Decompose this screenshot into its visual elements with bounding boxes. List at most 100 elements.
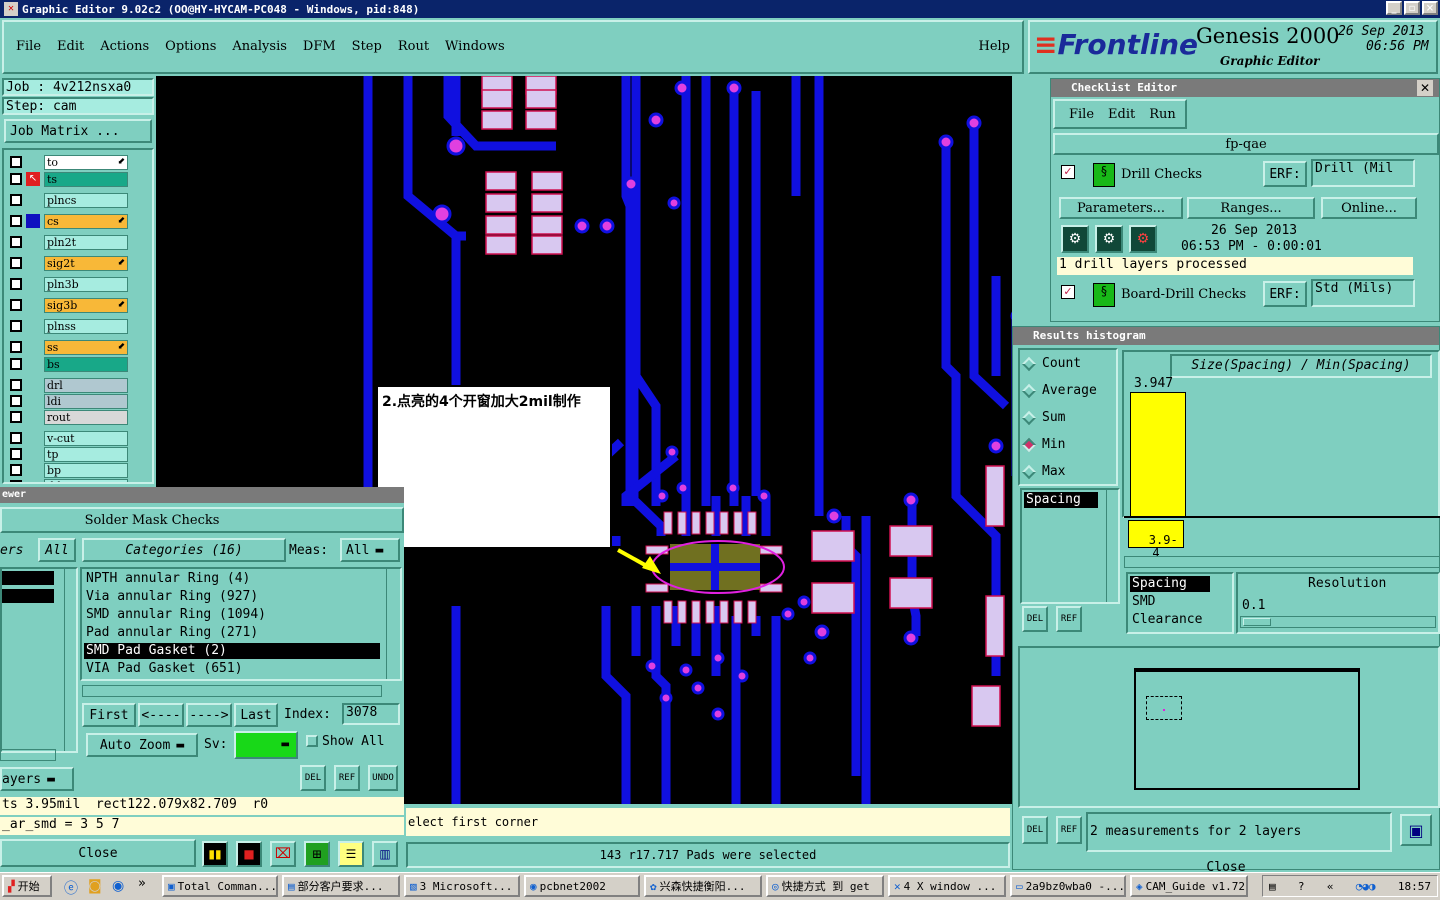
layer-color-swatch[interactable] [26, 155, 40, 169]
menu-edit[interactable]: Edit [57, 39, 84, 54]
layer-row-pln3b[interactable]: pln3b [10, 276, 128, 292]
zoom-select[interactable]: Auto Zoom ▬ [86, 733, 198, 757]
layers-button[interactable]: ayers ▬ [0, 767, 74, 791]
layer-color-swatch[interactable] [26, 394, 40, 408]
meas-select[interactable]: All ▬ [340, 538, 400, 562]
quicklaunch-ie-icon[interactable]: ⓔ [64, 878, 78, 898]
run-icon-1[interactable]: ⚙ [1061, 225, 1089, 253]
all-button[interactable]: All [38, 538, 76, 562]
checklist-close-icon[interactable]: ✕ [1417, 80, 1433, 96]
category-item[interactable]: SMD Pad Gasket (2) [84, 643, 380, 659]
checklist-menu-file[interactable]: File [1069, 107, 1094, 122]
layer-name[interactable]: bp [44, 462, 128, 478]
layer-name[interactable]: pln3b [44, 276, 128, 292]
histogram-option-min[interactable]: Min [1021, 437, 1065, 452]
layer-checkbox[interactable] [10, 173, 22, 185]
layer-name[interactable]: to ⬋ [44, 154, 128, 170]
tool-icon-5[interactable]: ☰ [338, 841, 364, 867]
run-icon-2[interactable]: ⚙ [1095, 225, 1123, 253]
layer-color-swatch[interactable]: ↖ [26, 172, 40, 186]
drill-checks-label[interactable]: Drill Checks [1121, 167, 1202, 182]
quicklaunch-folder-icon[interactable]: ◙ [88, 878, 102, 894]
minimize-button[interactable]: _ [1386, 1, 1402, 15]
layer-color-swatch[interactable] [26, 256, 40, 270]
layer-row-drl[interactable]: drl [10, 377, 128, 393]
layer-checkbox[interactable] [10, 448, 22, 460]
preview-del-button[interactable]: DEL [1022, 816, 1048, 844]
parameters-button[interactable]: Parameters... [1059, 197, 1183, 219]
category-item[interactable]: NPTH annular Ring (4) [84, 571, 380, 587]
menu-options[interactable]: Options [165, 39, 216, 54]
taskbar-item[interactable]: ◎ 快捷方式 到 get [766, 875, 884, 897]
layer-row-sig2t[interactable]: sig2t ⬋ [10, 255, 128, 271]
taskbar-item[interactable]: ◈ CAM_Guide v1.72 [1130, 875, 1248, 897]
layer-checkbox[interactable] [10, 379, 22, 391]
job-matrix-button[interactable]: Job Matrix ... [4, 119, 152, 143]
start-button[interactable]: ▞ 开始 [2, 875, 52, 897]
layer-name[interactable]: ts [44, 171, 128, 187]
erf-field[interactable]: Std (Mils) [1311, 279, 1415, 307]
layer-checkbox[interactable] [10, 278, 22, 290]
ref-button[interactable]: REF [334, 765, 360, 791]
layer-checkbox[interactable] [10, 320, 22, 332]
menu-windows[interactable]: Windows [445, 39, 505, 54]
layer-name[interactable]: v-cut [44, 430, 128, 446]
layer-row-dd[interactable]: dd [10, 478, 128, 482]
menu-step[interactable]: Step [352, 39, 382, 54]
histogram-option-max[interactable]: Max [1021, 464, 1065, 479]
maximize-button[interactable]: ▫ [1404, 1, 1420, 15]
layer-row-bp[interactable]: bp [10, 462, 128, 478]
layer-checkbox[interactable] [10, 480, 22, 482]
erf-button[interactable]: ERF: [1263, 161, 1307, 187]
layer-checkbox[interactable] [10, 411, 22, 423]
online-button[interactable]: Online... [1321, 197, 1417, 219]
tool-icon-6[interactable]: ▥ [372, 841, 398, 867]
index-field[interactable]: 3078 [342, 703, 400, 725]
left-hscroll[interactable] [0, 749, 56, 761]
layer-name[interactable]: sig2t ⬋ [44, 255, 128, 271]
layer-name[interactable]: plnss [44, 318, 128, 334]
layer-color-swatch[interactable] [26, 340, 40, 354]
layer-row-plnss[interactable]: plnss [10, 318, 128, 334]
help-icon[interactable]: ? [1298, 880, 1305, 893]
taskbar-item[interactable]: ▭ 2a9bz0wba0 -... [1010, 875, 1126, 897]
layer-checkbox[interactable] [10, 358, 22, 370]
layer-checkbox[interactable] [10, 299, 22, 311]
layer-name[interactable]: sig3b ⬋ [44, 297, 128, 313]
layer-checkbox[interactable] [10, 257, 22, 269]
checklist-menu-edit[interactable]: Edit [1108, 107, 1135, 122]
menu-analysis[interactable]: Analysis [232, 39, 287, 54]
layer-row-sig3b[interactable]: sig3b ⬋ [10, 297, 128, 313]
ranges-button[interactable]: Ranges... [1187, 197, 1315, 219]
layer-row-ldi[interactable]: ldi [10, 393, 128, 409]
tray-chevron-icon[interactable]: « [1327, 880, 1334, 893]
close-window-button[interactable]: × [1422, 1, 1438, 15]
taskbar-item[interactable]: ▣ Total Comman... [162, 875, 278, 897]
layer-checkbox[interactable] [10, 341, 22, 353]
layer-name[interactable]: bs [44, 356, 128, 372]
tool-icon-1[interactable]: ▮▮ [202, 841, 228, 867]
erf-field[interactable]: Drill (Mil [1311, 159, 1415, 187]
category-item[interactable]: Via annular Ring (927) [84, 589, 380, 605]
taskbar-item[interactable]: ▧ 3 Microsoft... [404, 875, 520, 897]
category-item[interactable]: SMD annular Ring (1094) [84, 607, 380, 623]
taskbar-item[interactable]: ✕ 4 X window ... [888, 875, 1006, 897]
layer-name[interactable]: ldi [44, 393, 128, 409]
histogram-option-count[interactable]: Count [1021, 356, 1081, 371]
left-list-item[interactable] [2, 571, 54, 585]
last-button[interactable]: Last [234, 703, 278, 727]
check-icon[interactable]: ✓ [1061, 285, 1075, 299]
layer-color-swatch[interactable] [26, 298, 40, 312]
type-item-smd[interactable]: SMD [1130, 594, 1155, 609]
layer-color-swatch[interactable] [26, 235, 40, 249]
checklist-menu-run[interactable]: Run [1149, 107, 1176, 122]
layer-row-v-cut[interactable]: v-cut [10, 430, 128, 446]
run-icon-3[interactable]: ⚙ [1129, 225, 1157, 253]
board-drill-checks-label[interactable]: Board-Drill Checks [1121, 287, 1246, 302]
layer-color-swatch[interactable] [26, 319, 40, 333]
prev-button[interactable]: <---- [138, 703, 184, 727]
layer-name[interactable]: drl [44, 377, 128, 393]
show-all-checkbox[interactable] [306, 735, 318, 747]
next-button[interactable]: ----> [186, 703, 232, 727]
taskbar-item[interactable]: ▤ 部分客户要求... [282, 875, 400, 897]
